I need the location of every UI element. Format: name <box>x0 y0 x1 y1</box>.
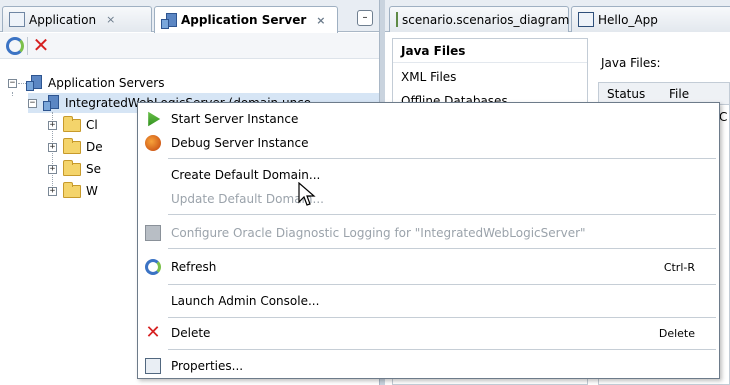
close-icon[interactable]: × <box>106 13 115 26</box>
delete-icon[interactable]: ✕ <box>32 35 50 55</box>
menu-item-delete[interactable]: ✕ Delete Delete <box>138 321 719 345</box>
tree-node-child[interactable]: + Se <box>48 159 101 179</box>
tree-node-label: Se <box>86 162 101 176</box>
tree-node-label: Application Servers <box>48 76 165 90</box>
context-menu: Start Server Instance Debug Server Insta… <box>137 102 720 379</box>
menu-item-label: Delete <box>171 326 211 340</box>
column-header-file[interactable]: File <box>669 87 689 101</box>
menu-separator <box>168 248 716 249</box>
menu-item-label: Configure Oracle Diagnostic Logging for … <box>171 226 586 240</box>
menu-separator <box>168 158 716 159</box>
close-icon[interactable]: × <box>316 14 325 27</box>
right-tab-bar: scenario.scenarios_diagram × Hello_App <box>385 0 730 32</box>
menu-item-label: Debug Server Instance <box>171 136 309 150</box>
play-icon <box>148 111 161 127</box>
application-icon <box>578 12 594 27</box>
tree-node-label: W <box>86 184 98 198</box>
collapse-icon[interactable]: − <box>8 78 17 88</box>
menu-separator <box>168 284 716 285</box>
menu-item-refresh[interactable]: Refresh Ctrl-R <box>138 255 719 279</box>
expand-icon[interactable]: + <box>48 164 57 174</box>
tree-node-child[interactable]: + De <box>48 137 103 157</box>
tab-label: Application Server <box>181 13 307 27</box>
tab-application-server[interactable]: Application Server × <box>154 6 338 33</box>
folder-icon <box>63 159 81 176</box>
server-icon <box>26 75 42 91</box>
shortcut-label: Ctrl-R <box>663 260 695 274</box>
menu-separator <box>168 214 716 215</box>
expand-icon[interactable]: + <box>48 120 57 130</box>
tree-node-child[interactable]: + Cl <box>48 115 98 135</box>
menu-item-label: Start Server Instance <box>171 112 299 126</box>
server-icon <box>161 12 177 29</box>
menu-item-create-default-domain[interactable]: Create Default Domain... <box>138 163 719 187</box>
delete-icon: ✕ <box>145 322 161 343</box>
mouse-cursor-icon <box>298 182 316 206</box>
tree-node-label: Cl <box>86 118 98 132</box>
menu-item-label: Launch Admin Console... <box>171 294 320 308</box>
menu-item-label: Properties... <box>171 359 244 373</box>
menu-item-update-default-domain: Update Default Domain... <box>138 187 719 211</box>
minimize-button[interactable]: – <box>357 10 373 26</box>
tab-label: Application <box>29 12 97 27</box>
minimize-icon: – <box>362 12 368 23</box>
folder-icon <box>63 115 81 132</box>
tree-node-label: De <box>86 140 103 154</box>
properties-icon <box>145 358 161 374</box>
application-icon <box>9 12 25 27</box>
tree-node-application-servers[interactable]: − Application Servers <box>8 73 164 93</box>
menu-item-debug-server[interactable]: Debug Server Instance <box>138 131 719 155</box>
tab-hello-app[interactable]: Hello_App <box>571 6 730 32</box>
expand-icon[interactable]: + <box>48 142 57 152</box>
diagram-icon <box>396 12 398 27</box>
shortcut-label: Delete <box>658 326 695 340</box>
java-files-label: Java Files: <box>601 56 661 70</box>
tab-scenario-diagram[interactable]: scenario.scenarios_diagram × <box>389 6 589 32</box>
category-xml-files[interactable]: XML Files <box>401 70 456 84</box>
bug-icon <box>145 135 161 151</box>
collapse-icon[interactable]: − <box>28 98 37 108</box>
column-header-status[interactable]: Status <box>607 87 645 101</box>
menu-separator <box>168 317 716 318</box>
menu-item-launch-admin-console[interactable]: Launch Admin Console... <box>138 289 719 313</box>
left-toolbar: ✕ <box>0 33 379 59</box>
menu-item-configure-logging: Configure Oracle Diagnostic Logging for … <box>138 221 719 245</box>
left-tab-bar: Application × Application Server × – <box>0 0 379 33</box>
menu-item-start-server[interactable]: Start Server Instance <box>138 107 719 131</box>
expand-icon[interactable]: + <box>48 186 57 196</box>
menu-item-properties[interactable]: Properties... <box>138 354 719 378</box>
menu-separator <box>168 349 716 350</box>
server-icon <box>43 95 59 111</box>
menu-item-label: Create Default Domain... <box>171 168 321 182</box>
tab-application[interactable]: Application × <box>2 6 152 32</box>
folder-icon <box>63 137 81 154</box>
table-cell: C <box>719 110 728 124</box>
menu-item-label: Refresh <box>171 260 217 274</box>
tree-node-child[interactable]: + W <box>48 181 98 201</box>
tab-label: Hello_App <box>598 12 658 27</box>
refresh-icon[interactable] <box>6 37 24 55</box>
refresh-icon <box>145 259 161 275</box>
folder-icon <box>63 181 81 198</box>
toolbar-divider <box>27 37 28 55</box>
tab-label: scenario.scenarios_diagram <box>402 12 570 27</box>
oracle-logging-icon <box>145 225 161 241</box>
category-java-files[interactable]: Java Files <box>401 44 465 58</box>
